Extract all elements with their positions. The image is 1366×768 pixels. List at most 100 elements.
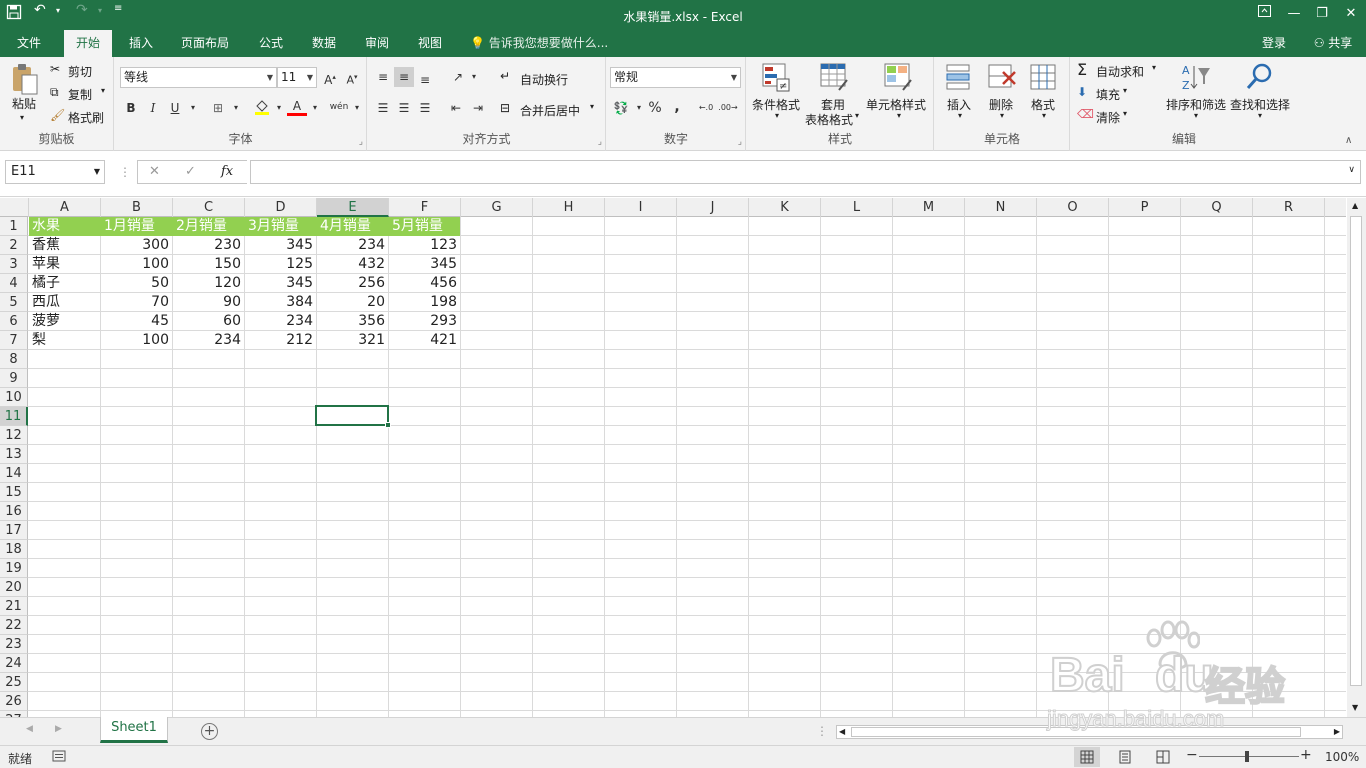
- column-header-i[interactable]: I: [605, 198, 677, 217]
- row-header-3[interactable]: 3: [0, 255, 28, 274]
- cell-f6[interactable]: 293: [389, 312, 460, 331]
- cell-b2[interactable]: 300: [101, 236, 172, 255]
- column-header-m[interactable]: M: [893, 198, 965, 217]
- row-header-10[interactable]: 10: [0, 388, 28, 407]
- row-header-25[interactable]: 25: [0, 673, 28, 692]
- font-size-select[interactable]: 11 ▼: [277, 67, 317, 88]
- cell-f2[interactable]: 123: [389, 236, 460, 255]
- percent-button[interactable]: %: [645, 98, 665, 118]
- cell-d6[interactable]: 234: [245, 312, 316, 331]
- zoom-out-icon[interactable]: −: [1186, 747, 1198, 763]
- collapse-ribbon-icon[interactable]: ∧: [1345, 135, 1352, 146]
- row-header-23[interactable]: 23: [0, 635, 28, 654]
- cell-f1[interactable]: 5月销量: [389, 217, 460, 236]
- tab-view[interactable]: 视图: [409, 30, 451, 57]
- scroll-up-icon[interactable]: ▲: [1352, 201, 1358, 210]
- vertical-scrollbar[interactable]: ▲ ▼: [1347, 198, 1366, 717]
- cell-e6[interactable]: 356: [317, 312, 388, 331]
- next-sheet-icon[interactable]: ▶: [55, 724, 62, 734]
- column-header-c[interactable]: C: [173, 198, 245, 217]
- cell-e4[interactable]: 256: [317, 274, 388, 293]
- horizontal-scrollbar[interactable]: ◀ ▶: [836, 725, 1343, 739]
- number-format-select[interactable]: 常规 ▼: [610, 67, 741, 88]
- fill-handle[interactable]: [385, 422, 391, 428]
- cell-d4[interactable]: 345: [245, 274, 316, 293]
- zoom-level[interactable]: 100%: [1325, 750, 1359, 764]
- expand-formula-icon[interactable]: ∨: [1348, 165, 1355, 175]
- login-link[interactable]: 登录: [1262, 30, 1286, 56]
- cell-d5[interactable]: 384: [245, 293, 316, 312]
- column-header-o[interactable]: O: [1037, 198, 1109, 217]
- tab-home[interactable]: 开始: [64, 30, 112, 57]
- formula-input[interactable]: ∨: [250, 160, 1361, 184]
- cell-c4[interactable]: 120: [173, 274, 244, 293]
- comma-button[interactable]: ,: [667, 97, 687, 117]
- orientation-dropdown-icon[interactable]: ▾: [464, 67, 484, 87]
- cell-a2[interactable]: 香蕉: [29, 236, 100, 255]
- cell-d2[interactable]: 345: [245, 236, 316, 255]
- fill-color-dropdown-icon[interactable]: ▾: [269, 98, 289, 118]
- row-header-7[interactable]: 7: [0, 331, 28, 350]
- zoom-slider-thumb[interactable]: [1245, 751, 1249, 762]
- sheet-tab-sheet1[interactable]: Sheet1: [100, 717, 168, 743]
- tab-page-layout[interactable]: 页面布局: [174, 30, 236, 57]
- autosum-button[interactable]: 自动求和: [1096, 63, 1144, 80]
- row-header-16[interactable]: 16: [0, 502, 28, 521]
- cell-a6[interactable]: 菠萝: [29, 312, 100, 331]
- row-header-21[interactable]: 21: [0, 597, 28, 616]
- border-dropdown-icon[interactable]: ▾: [226, 98, 246, 118]
- align-top-icon[interactable]: ≡: [373, 67, 393, 87]
- column-header-n[interactable]: N: [965, 198, 1037, 217]
- column-header-q[interactable]: Q: [1181, 198, 1253, 217]
- worksheet-grid[interactable]: ABCDEFGHIJKLMNOPQR 1 2 3 4 5 6 7 8 9 10 11 12 13 14 15…: [0, 198, 1346, 717]
- cell-styles-button[interactable]: 单元格样式: [866, 96, 926, 113]
- dialog-launcher-icon[interactable]: ⌟: [738, 137, 742, 147]
- sort-dropdown-icon[interactable]: ▾: [1194, 111, 1198, 120]
- prev-sheet-icon[interactable]: ◀: [26, 724, 33, 734]
- horizontal-scroll-thumb[interactable]: [851, 727, 1301, 737]
- cell-b3[interactable]: 100: [101, 255, 172, 274]
- clear-dropdown-icon[interactable]: ▾: [1123, 109, 1127, 118]
- cell-a5[interactable]: 西瓜: [29, 293, 100, 312]
- row-header-14[interactable]: 14: [0, 464, 28, 483]
- tab-review[interactable]: 审阅: [356, 30, 398, 57]
- cell-f5[interactable]: 198: [389, 293, 460, 312]
- font-family-select[interactable]: 等线 ▼: [120, 67, 277, 88]
- row-header-8[interactable]: 8: [0, 350, 28, 369]
- row-header-26[interactable]: 26: [0, 692, 28, 711]
- column-header-j[interactable]: J: [677, 198, 749, 217]
- cell-e1[interactable]: 4月销量: [317, 217, 388, 236]
- cell-b5[interactable]: 70: [101, 293, 172, 312]
- row-header-15[interactable]: 15: [0, 483, 28, 502]
- clear-button[interactable]: 清除: [1096, 109, 1120, 126]
- row-header-9[interactable]: 9: [0, 369, 28, 388]
- cell-f7[interactable]: 421: [389, 331, 460, 350]
- cell-a7[interactable]: 梨: [29, 331, 100, 350]
- cell-e3[interactable]: 432: [317, 255, 388, 274]
- row-header-13[interactable]: 13: [0, 445, 28, 464]
- accounting-format-icon[interactable]: 💱: [611, 98, 631, 118]
- zoom-in-icon[interactable]: +: [1300, 747, 1312, 763]
- column-header-r[interactable]: R: [1253, 198, 1325, 217]
- increase-indent-icon[interactable]: ⇥: [468, 98, 488, 118]
- cell-b6[interactable]: 45: [101, 312, 172, 331]
- page-break-view-button[interactable]: [1150, 747, 1176, 767]
- align-right-icon[interactable]: ☰: [415, 98, 435, 118]
- fill-button[interactable]: 填充: [1096, 86, 1120, 103]
- column-header-b[interactable]: B: [101, 198, 173, 217]
- column-header-l[interactable]: L: [821, 198, 893, 217]
- align-bottom-icon[interactable]: ≡: [415, 70, 435, 90]
- cell-b7[interactable]: 100: [101, 331, 172, 350]
- cell-d7[interactable]: 212: [245, 331, 316, 350]
- underline-button[interactable]: U: [165, 98, 185, 118]
- delete-dropdown-icon[interactable]: ▾: [1000, 111, 1004, 120]
- tab-split-handle-icon[interactable]: ⋮: [816, 724, 828, 738]
- add-sheet-button[interactable]: +: [201, 723, 218, 740]
- vertical-scroll-thumb[interactable]: [1350, 216, 1362, 686]
- font-color-button[interactable]: A: [287, 98, 307, 116]
- underline-dropdown-icon[interactable]: ▾: [183, 98, 203, 118]
- format-as-table-button[interactable]: 表格格式: [805, 111, 853, 128]
- cut-button[interactable]: 剪切: [68, 63, 92, 80]
- column-header-p[interactable]: P: [1109, 198, 1181, 217]
- cell-c5[interactable]: 90: [173, 293, 244, 312]
